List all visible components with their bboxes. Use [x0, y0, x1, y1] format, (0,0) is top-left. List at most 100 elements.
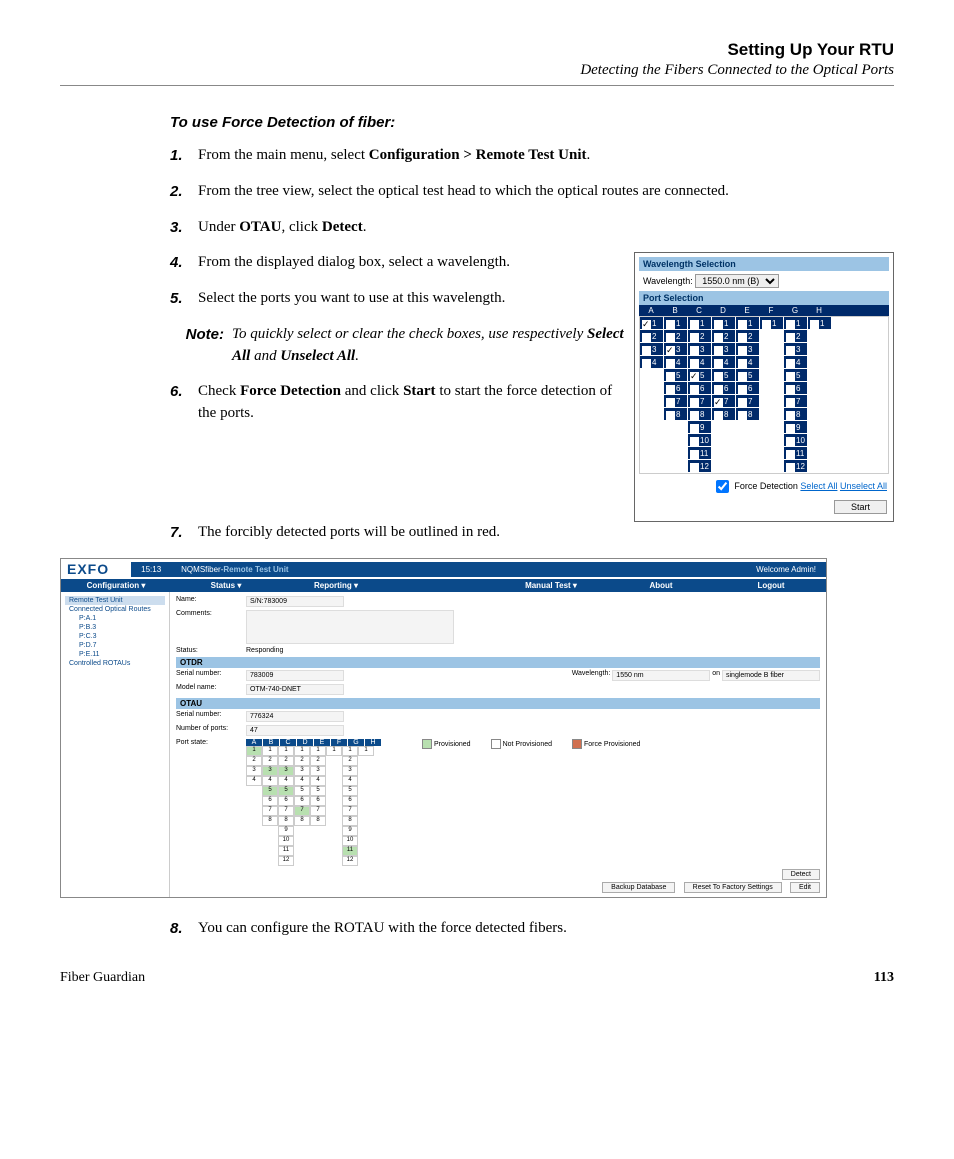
text-bold: Start [403, 383, 436, 399]
text-bold: Force Detection [240, 383, 341, 399]
port-checkbox[interactable]: 9 [784, 421, 808, 434]
tree-group[interactable]: Controlled ROTAUs [65, 659, 165, 668]
comments-textarea[interactable] [246, 610, 454, 644]
dialog-section-header: Wavelength Selection [639, 257, 889, 271]
port-checkbox[interactable]: 2 [640, 330, 664, 343]
port-checkbox[interactable]: 5 [736, 369, 760, 382]
unselect-all-link[interactable]: Unselect All [840, 481, 887, 491]
port-checkbox[interactable]: 5 [784, 369, 808, 382]
text: . [363, 219, 367, 235]
port-checkbox[interactable]: 6 [712, 382, 736, 395]
wavelength-select[interactable]: 1550.0 nm (B) [695, 274, 779, 288]
port-state-cell: 10 [342, 836, 358, 846]
port-checkbox[interactable]: 7 [736, 395, 760, 408]
port-checkbox[interactable]: 2 [664, 330, 688, 343]
port-checkbox[interactable]: 4 [736, 356, 760, 369]
port-checkbox[interactable]: 3 [784, 343, 808, 356]
field-label: Number of ports: [176, 725, 246, 732]
port-checkbox[interactable]: 1 [760, 317, 784, 330]
port-checkbox[interactable]: 7 [784, 395, 808, 408]
port-checkbox[interactable]: 3 [688, 343, 712, 356]
reset-button[interactable]: Reset To Factory Settings [684, 882, 782, 893]
edit-button[interactable]: Edit [790, 882, 820, 893]
menu-logout[interactable]: Logout [716, 579, 826, 592]
port-checkbox[interactable]: 2 [784, 330, 808, 343]
port-checkbox[interactable]: 4 [712, 356, 736, 369]
port-checkbox[interactable]: 7 [712, 395, 736, 408]
menu-about[interactable]: About [606, 579, 716, 592]
port-checkbox[interactable]: 8 [688, 408, 712, 421]
procedure-title: To use Force Detection of fiber: [170, 114, 894, 131]
text: You can configure the ROTAU with the for… [198, 918, 894, 940]
port-checkbox[interactable]: 2 [688, 330, 712, 343]
port-checkbox[interactable]: 6 [784, 382, 808, 395]
tree-root[interactable]: Remote Test Unit [65, 596, 165, 605]
menu-configuration[interactable]: Configuration ▾ [61, 579, 171, 592]
breadcrumb-page: Remote Test Unit [223, 565, 288, 574]
port-checkbox[interactable]: 4 [688, 356, 712, 369]
port-checkbox[interactable]: 1 [712, 317, 736, 330]
port-checkbox[interactable]: 3 [712, 343, 736, 356]
port-checkbox[interactable]: 1 [688, 317, 712, 330]
port-checkbox[interactable]: 5 [688, 369, 712, 382]
port-checkbox[interactable]: 10 [784, 434, 808, 447]
port-state-cell: 2 [278, 756, 294, 766]
port-checkbox[interactable]: 12 [688, 460, 712, 473]
port-state-cell: 4 [246, 776, 262, 786]
port-checkbox[interactable]: 11 [688, 447, 712, 460]
select-all-link[interactable]: Select All [800, 481, 837, 491]
port-checkbox[interactable]: 4 [640, 356, 664, 369]
port-checkbox[interactable]: 8 [736, 408, 760, 421]
menu-status[interactable]: Status ▾ [171, 579, 281, 592]
tree-group[interactable]: Connected Optical Routes [65, 605, 165, 614]
port-checkbox[interactable]: 1 [664, 317, 688, 330]
welcome-text: Welcome Admin! [756, 565, 816, 574]
menu-manual-test[interactable]: Manual Test ▾ [496, 579, 606, 592]
detect-button[interactable]: Detect [782, 869, 820, 880]
port-state-cell: 5 [294, 786, 310, 796]
port-checkbox[interactable]: 11 [784, 447, 808, 460]
tree-item[interactable]: P:E.11 [65, 650, 165, 659]
tree-item[interactable]: P:C.3 [65, 632, 165, 641]
port-state-cell: 3 [310, 766, 326, 776]
port-checkbox[interactable]: 3 [736, 343, 760, 356]
page-number: 113 [874, 970, 894, 986]
port-checkbox[interactable]: 1 [784, 317, 808, 330]
port-checkbox[interactable]: 1 [808, 317, 832, 330]
port-state-cell: 9 [278, 826, 294, 836]
port-checkbox[interactable]: 3 [640, 343, 664, 356]
port-checkbox[interactable]: 4 [664, 356, 688, 369]
port-checkbox[interactable]: 8 [712, 408, 736, 421]
port-checkbox[interactable]: 4 [784, 356, 808, 369]
force-detection-checkbox[interactable]: Force Detection [712, 481, 798, 491]
tree-item[interactable]: P:A.1 [65, 614, 165, 623]
start-button[interactable]: Start [834, 500, 887, 514]
port-checkbox[interactable]: 1 [640, 317, 664, 330]
port-checkbox[interactable]: 1 [736, 317, 760, 330]
port-checkbox[interactable]: 6 [736, 382, 760, 395]
port-checkbox[interactable]: 8 [784, 408, 808, 421]
text: and [250, 348, 280, 364]
port-checkbox[interactable]: 5 [712, 369, 736, 382]
port-checkbox[interactable]: 2 [736, 330, 760, 343]
tree-item[interactable]: P:D.7 [65, 641, 165, 650]
field-label: Serial number: [176, 711, 246, 718]
port-checkbox[interactable]: 9 [688, 421, 712, 434]
text: Select the ports you want to use at this… [198, 288, 624, 310]
port-checkbox[interactable]: 8 [664, 408, 688, 421]
port-checkbox[interactable]: 12 [784, 460, 808, 473]
port-checkbox[interactable]: 7 [664, 395, 688, 408]
menu-reporting[interactable]: Reporting ▾ [281, 579, 391, 592]
backup-button[interactable]: Backup Database [602, 882, 675, 893]
port-checkbox[interactable]: 6 [664, 382, 688, 395]
port-checkbox[interactable]: 6 [688, 382, 712, 395]
port-checkbox[interactable]: 7 [688, 395, 712, 408]
field-value: S/N:783009 [246, 596, 344, 607]
port-checkbox[interactable]: 3 [664, 343, 688, 356]
port-state-cell: 5 [262, 786, 278, 796]
breadcrumb-app: NQMSfiber [181, 565, 221, 574]
tree-item[interactable]: P:B.3 [65, 623, 165, 632]
port-checkbox[interactable]: 2 [712, 330, 736, 343]
port-checkbox[interactable]: 10 [688, 434, 712, 447]
port-checkbox[interactable]: 5 [664, 369, 688, 382]
